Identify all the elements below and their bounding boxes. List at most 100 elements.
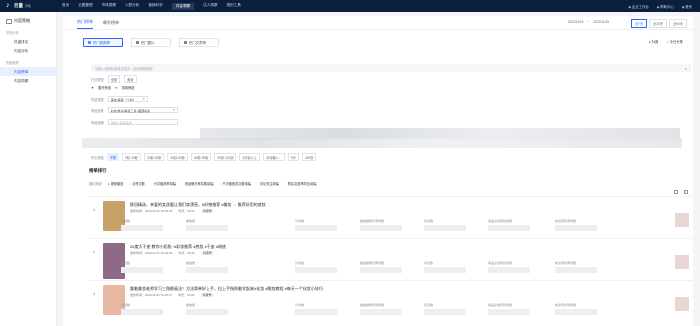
account-tag[interactable]: 抖音号 xyxy=(200,293,214,297)
duration-chip[interactable]: 30秒-60秒 xyxy=(167,153,188,161)
duration-chip[interactable]: 15秒-30秒 xyxy=(143,153,165,161)
topnav-item[interactable]: 云图管理 xyxy=(78,3,92,10)
range-90d-button[interactable]: 近90天 xyxy=(669,19,687,28)
topnav-item[interactable]: 规划工具 xyxy=(226,3,240,10)
sidebar-header[interactable]: 内容策略 xyxy=(0,17,56,25)
duration-chip[interactable]: 不限 xyxy=(106,153,120,161)
stat-value-blurred xyxy=(488,267,530,273)
sidebar-item[interactable]: 内容洞察 xyxy=(0,76,56,85)
duration-chip[interactable]: 3分钟以上 xyxy=(239,153,260,161)
video-title[interactable]: 跟着美妆老师学习三角眼画法！方法简单好上手，拉上手指闹着学起来#化妆 #眼妆教程… xyxy=(130,286,380,292)
filter-product: 商品品类 彩妆/香水/美妆工具>面部彩妆 xyxy=(91,107,178,113)
stat-label: 播放量曝光率增幅 xyxy=(360,261,385,265)
stat-label: 商品点击转化增幅 xyxy=(488,303,513,307)
topnav-item[interactable]: 市场洞察 xyxy=(102,3,116,10)
duration: 时长：00:57 xyxy=(178,209,195,213)
brand-logo[interactable]: ♪ 巨量 算数 xyxy=(0,2,62,10)
folder-icon xyxy=(6,18,12,24)
table-row[interactable]: 2 25度大干皮 教你小奶肌~#彩妆推荐 #底妆 #干皮 #粉底 发布时间：2022… xyxy=(89,238,693,280)
video-meta: 发布时间：2022/11/21 16:09:23 时长：00:57 抖音号 xyxy=(130,209,214,213)
duration-chip[interactable]: 90秒-3分钟 xyxy=(214,153,237,161)
top-nav: 首页 云图管理 市场洞察 人群分析 营销科学 内容洞察 达人洞察 规划工具 xyxy=(62,2,241,10)
category-label: 热门图片 xyxy=(141,40,155,45)
topbar-link[interactable]: 帮助中心 xyxy=(657,4,674,9)
topnav-item[interactable]: 达人洞察 xyxy=(203,3,217,10)
stat-label: 点赞数 xyxy=(121,261,131,265)
sidebar-group-title: 热度趋势 xyxy=(6,61,19,65)
table-row[interactable]: 1 欧冠精选，亲爱的女孩要让我们穿漂亮，#好物推荐 #美妆 … 推荐好用的底妆 发布… xyxy=(89,196,693,238)
topbar-link[interactable]: 账号 xyxy=(682,4,692,9)
duration-chip[interactable]: 60秒-90秒 xyxy=(190,153,212,161)
search-icon[interactable]: ⌕ xyxy=(685,66,687,71)
product-image[interactable] xyxy=(675,213,689,227)
product-image[interactable] xyxy=(675,297,689,311)
content-type-select[interactable]: 美妆/美容（个护） xyxy=(107,96,148,102)
duration-chip[interactable]: 手动输入： xyxy=(262,153,285,161)
industry-chip-beauty[interactable]: 美妆 xyxy=(124,75,137,83)
topbar-link[interactable]: 企业工作台 xyxy=(628,4,649,9)
stat-label: 商品点击转化增幅 xyxy=(488,261,513,265)
top-right-links: 企业工作台 帮助中心 账号 xyxy=(628,4,700,9)
expand-filter-button[interactable]: 展开筛选 xyxy=(98,85,111,90)
image-icon xyxy=(136,40,139,44)
sidebar-item[interactable]: 内容榜单 xyxy=(0,67,56,76)
radio-douyin[interactable]: 抖音 xyxy=(649,39,659,44)
topnav-item[interactable]: 首页 xyxy=(62,3,69,10)
account-tag[interactable]: 抖音号 xyxy=(200,251,214,255)
filter-label: 内容类型 xyxy=(91,97,104,102)
sidebar-group-title: 市场分析 xyxy=(6,31,19,35)
category-hot-image[interactable]: 热门图片 xyxy=(131,37,171,47)
range-buttons: 近7天 近30天 近90天 xyxy=(631,19,687,28)
metric-radio[interactable]: 点赞次数 xyxy=(129,181,145,186)
grid-view-icon[interactable] xyxy=(674,190,678,194)
tab-rising[interactable]: 飙升榜单 xyxy=(103,20,119,29)
stat-label: 播放量曝光率增幅 xyxy=(360,303,385,307)
filter-actions: ▼ 展开筛选 ⟲ 重置筛选 xyxy=(91,85,135,91)
filter-label: 商品品牌 xyxy=(91,120,104,125)
category-hot-video[interactable]: 热门视频榜 xyxy=(83,37,123,47)
search-input[interactable]: 请输入视频标题或关键词（支持模糊搜索） ⌕ xyxy=(91,64,691,72)
reset-filter-button[interactable]: 重置筛选 xyxy=(122,85,135,90)
topnav-item[interactable]: 人群分析 xyxy=(125,3,139,10)
sidebar-item[interactable]: 热度排名 xyxy=(0,37,56,46)
filter-label: 行业类型 xyxy=(91,77,104,82)
list-view-icon[interactable] xyxy=(684,190,688,194)
product-image[interactable] xyxy=(675,255,689,269)
table-row[interactable]: 3 跟着美妆老师学习三角眼画法！方法简单好上手，拉上手指闹着学起来#化妆 #眼妆教… xyxy=(89,280,693,322)
topnav-item[interactable]: 营销科学 xyxy=(148,3,162,10)
brand-input[interactable]: 请输入商品品牌 xyxy=(107,119,178,125)
stat-label: 播放量曝光率增幅 xyxy=(360,219,385,223)
date-range[interactable]: 2022/11/19 ~ 2022/11/25 xyxy=(568,20,609,24)
video-meta: 发布时间：2022/11/30 11:46:27 时长：00:52 抖音号 xyxy=(130,293,214,297)
duration-chip[interactable]: 0分 xyxy=(287,153,299,161)
list-view-toggles xyxy=(674,190,688,194)
industry-chip-all[interactable]: 全部 xyxy=(107,75,121,83)
radio-toutiao[interactable]: 今日头条 xyxy=(666,39,683,44)
stat-value-blurred xyxy=(121,309,163,315)
product-category-select[interactable]: 彩妆/香水/美妆工具>面部彩妆 xyxy=(107,107,178,113)
range-30d-button[interactable]: 近30天 xyxy=(649,19,668,28)
filter-duration: 时长筛选 不限 0秒-15秒 15秒-30秒 30秒-60秒 60秒-90秒 90秒-3分… xyxy=(91,153,317,161)
video-title[interactable]: 25度大干皮 教你小奶肌~#彩妆推荐 #底妆 #干皮 #粉底 xyxy=(130,244,380,250)
category-hot-article[interactable]: 热门文章榜 xyxy=(179,37,219,47)
metric-radio[interactable]: 评论关注增幅 xyxy=(257,181,279,186)
metric-radio[interactable]: 千次播放成交数增幅 xyxy=(220,181,251,186)
duration-chip[interactable]: 400秒 xyxy=(301,153,317,161)
stat-value-blurred xyxy=(360,225,402,231)
metric-radio[interactable]: 分享播放率增幅 xyxy=(151,181,176,186)
logo-text: 巨量 xyxy=(14,3,23,8)
stat-value-blurred xyxy=(555,267,597,273)
tab-hot[interactable]: 热门榜单 xyxy=(77,19,93,29)
stat-label: 分享数 xyxy=(295,303,305,307)
metric-radio[interactable]: 视频播放 xyxy=(108,181,124,186)
topnav-item[interactable]: 内容洞察 xyxy=(171,2,195,10)
metric-radio[interactable]: 购买意愿率同比增幅 xyxy=(285,181,317,186)
video-title[interactable]: 欧冠精选，亲爱的女孩要让我们穿漂亮，#好物推荐 #美妆 … 推荐好用的底妆 xyxy=(130,202,380,208)
metric-radio[interactable]: 商品曝光率实数增幅 xyxy=(182,181,214,186)
account-tag[interactable]: 抖音号 xyxy=(200,209,214,213)
duration-chip[interactable]: 0秒-15秒 xyxy=(122,153,141,161)
stat-value-blurred xyxy=(424,309,466,315)
range-7d-button[interactable]: 近7天 xyxy=(631,19,648,28)
sidebar-item[interactable]: 内容分析 xyxy=(0,46,56,55)
stat-value-blurred xyxy=(555,309,597,315)
